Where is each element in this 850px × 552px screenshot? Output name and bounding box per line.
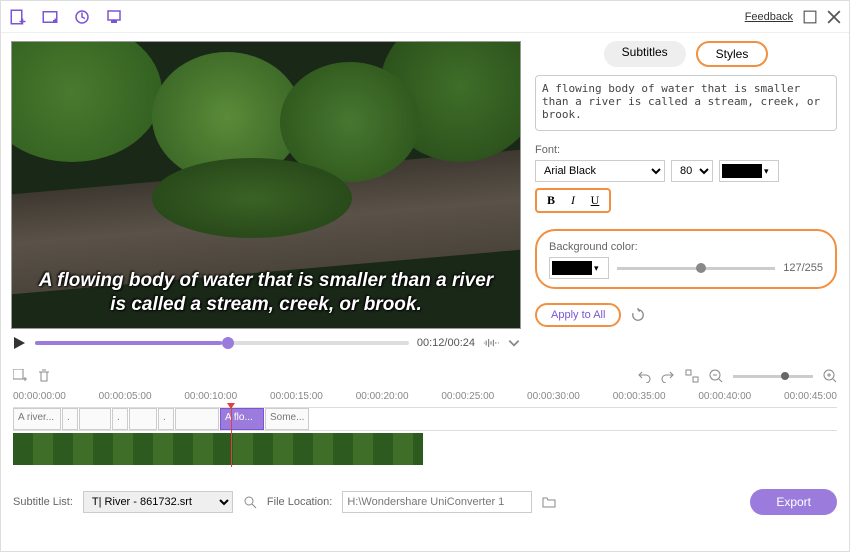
subtitle-clip[interactable] [175,408,219,430]
tab-styles[interactable]: Styles [696,41,769,67]
timeline: 00:00:00:0000:00:05:0000:00:10:0000:00:1… [1,389,849,469]
background-label: Background color: [549,241,638,253]
top-left-tools [9,8,123,26]
apply-row: Apply to All [535,303,837,327]
main-area: A flowing body of water that is smaller … [1,33,849,363]
chevron-down-icon[interactable] [507,336,521,350]
seek-bar[interactable] [35,341,409,345]
search-icon[interactable] [243,495,257,509]
bg-color-picker[interactable]: ▾ [549,257,609,279]
ruler-tick: 00:00:40:00 [698,391,751,407]
subtitle-clip[interactable] [79,408,111,430]
delete-clip-icon[interactable] [37,369,51,383]
ruler-tick: 00:00:35:00 [613,391,666,407]
time-display: 00:12/00:24 [417,337,475,349]
folder-icon[interactable] [542,495,556,509]
feedback-link[interactable]: Feedback [745,11,793,23]
ruler-tick: 00:00:15:00 [270,391,323,407]
playback-controls: 00:12/00:24 [11,335,521,351]
ruler-tick: 00:00:45:00 [784,391,837,407]
font-size-select[interactable]: 80 [671,160,713,182]
opacity-slider[interactable] [617,267,775,270]
zoom-in-icon[interactable] [823,369,837,383]
snap-icon[interactable] [685,369,699,383]
background-section: Background color: ▾ 127/255 [535,229,837,289]
top-right-controls: Feedback [745,10,841,24]
style-panel: Subtitles Styles A flowing body of water… [531,33,849,363]
bold-button[interactable]: B [543,193,559,208]
tab-subtitles[interactable]: Subtitles [604,41,686,67]
ruler-tick: 00:00:30:00 [527,391,580,407]
underline-button[interactable]: U [587,193,603,208]
subtitle-text-input[interactable]: A flowing body of water that is smaller … [535,75,837,131]
zoom-slider[interactable] [733,375,813,378]
file-location-field[interactable]: H:\Wondershare UniConverter 1 [342,491,532,513]
export-button[interactable]: Export [750,489,837,515]
font-label: Font: [535,144,837,156]
search-subtitle-icon[interactable] [105,8,123,26]
text-style-group: B I U [535,188,611,213]
opacity-value: 127/255 [783,262,823,274]
ruler-tick: 00:00:25:00 [441,391,494,407]
subtitle-clip[interactable]: A river... [13,408,61,430]
subtitle-track[interactable]: A river......A flo...Some... [13,407,837,431]
font-family-select[interactable]: Arial Black [535,160,665,182]
subtitle-list-select[interactable]: T| River - 861732.srt [83,491,233,513]
import-subtitle-icon[interactable] [41,8,59,26]
undo-icon[interactable] [637,369,651,383]
subtitle-clip[interactable]: . [62,408,78,430]
reset-icon[interactable] [631,308,645,322]
tab-row: Subtitles Styles [535,41,837,67]
ruler-tick: 00:00:00:00 [13,391,66,407]
auto-generate-icon[interactable] [73,8,91,26]
subtitle-clip[interactable]: . [158,408,174,430]
subtitle-overlay: A flowing body of water that is smaller … [12,269,520,318]
bottom-bar: Subtitle List: T| River - 861732.srt Fil… [1,469,849,523]
time-ruler[interactable]: 00:00:00:0000:00:05:0000:00:10:0000:00:1… [13,391,837,407]
ruler-tick: 00:00:20:00 [356,391,409,407]
redo-icon[interactable] [661,369,675,383]
video-preview[interactable]: A flowing body of water that is smaller … [11,41,521,329]
play-button[interactable] [11,335,27,351]
maximize-button[interactable] [803,10,817,24]
playhead[interactable] [231,407,232,467]
subtitle-clip[interactable]: Some... [265,408,309,430]
ruler-tick: 00:00:05:00 [99,391,152,407]
add-clip-icon[interactable] [13,369,27,383]
title-bar: Feedback [1,1,849,33]
subtitle-clip[interactable] [129,408,157,430]
new-subtitle-icon[interactable] [9,8,27,26]
italic-button[interactable]: I [565,193,581,208]
subtitle-list-label: Subtitle List: [13,496,73,508]
close-button[interactable] [827,10,841,24]
font-row: Arial Black 80 ▾ [535,160,837,182]
subtitle-clip[interactable]: . [112,408,128,430]
video-thumbnail-track[interactable] [13,433,423,465]
apply-all-button[interactable]: Apply to All [535,303,621,327]
zoom-out-icon[interactable] [709,369,723,383]
file-location-label: File Location: [267,496,332,508]
timeline-toolbar [1,363,849,389]
video-column: A flowing body of water that is smaller … [1,33,531,363]
font-color-picker[interactable]: ▾ [719,160,779,182]
waveform-icon[interactable] [483,337,499,349]
